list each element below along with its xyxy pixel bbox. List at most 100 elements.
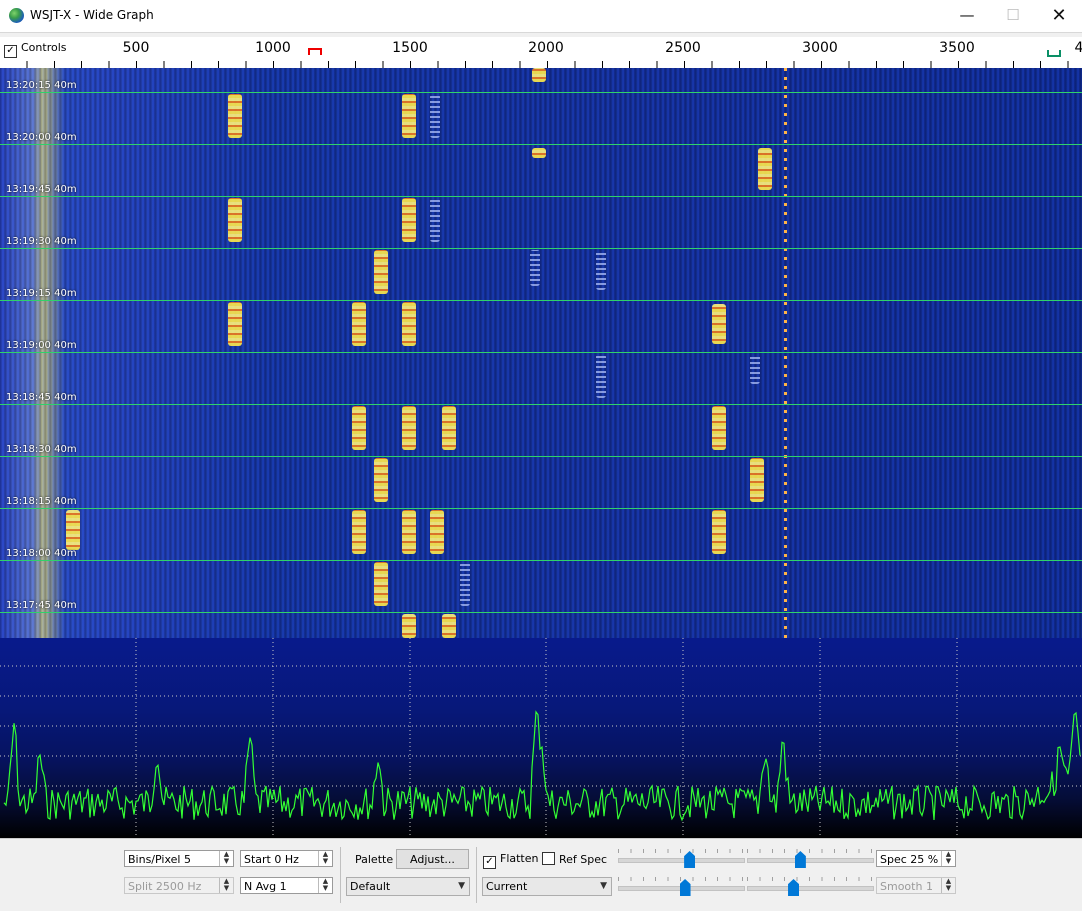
ref-spec-label: Ref Spec xyxy=(559,853,608,866)
freq-label-3000: 3000 xyxy=(802,40,838,56)
smooth-spinbox: Smooth 1 ▲ ▼ xyxy=(876,877,956,894)
period-divider xyxy=(0,92,1082,93)
waterfall-signal xyxy=(750,354,760,384)
slider-ticks xyxy=(618,877,743,881)
controls-checkbox[interactable]: ✓ Controls xyxy=(4,41,67,58)
slider-track xyxy=(747,886,874,891)
waterfall-signal xyxy=(374,458,388,502)
slider-thumb[interactable] xyxy=(794,851,806,868)
waterfall-signal xyxy=(430,198,440,242)
frequency-scale[interactable]: ✓ Controls 500 1000 1500 2000 2500 3000 3… xyxy=(0,37,1082,68)
waterfall-signal xyxy=(430,510,444,554)
checkmark-icon: ✓ xyxy=(483,856,496,869)
scale-ticks xyxy=(0,61,1082,68)
spectrum-trace xyxy=(3,710,1081,822)
bins-pixel-spinbox[interactable]: Bins/Pixel 5 ▲ ▼ xyxy=(124,850,234,867)
timestamp-label: 13:18:00 40m xyxy=(6,548,77,559)
waterfall-signal xyxy=(374,562,388,606)
waterfall-signal xyxy=(352,510,366,554)
palette-label: Palette xyxy=(355,853,394,866)
waterfall-signal xyxy=(758,148,772,190)
spin-arrows-icon[interactable]: ▲ ▼ xyxy=(318,851,332,866)
palette-select[interactable]: Default ▼ xyxy=(346,877,470,896)
chevron-down-icon: ▼ xyxy=(458,881,465,891)
freq-label-500: 500 xyxy=(122,40,150,56)
waterfall-signal xyxy=(228,198,242,242)
spin-arrows-icon: ▲ ▼ xyxy=(941,878,955,893)
slider-thumb[interactable] xyxy=(788,879,800,896)
title-bar: WSJT-X - Wide Graph — ☐ ✕ xyxy=(0,0,1082,33)
maximize-button[interactable]: ☐ xyxy=(990,0,1036,32)
waterfall-signal xyxy=(402,94,416,138)
n-avg-spinbox[interactable]: N Avg 1 ▲ ▼ xyxy=(240,877,333,894)
waterfall-signal xyxy=(352,406,366,450)
chevron-down-icon: ▼ xyxy=(600,881,607,891)
spin-arrows-icon[interactable]: ▲ ▼ xyxy=(219,851,233,866)
period-divider xyxy=(0,560,1082,561)
spin-arrows-icon[interactable]: ▲ ▼ xyxy=(318,878,332,893)
zero-slider[interactable] xyxy=(747,849,874,869)
waterfall-signal xyxy=(530,250,540,286)
tx-frequency-marker[interactable] xyxy=(308,48,322,55)
period-divider xyxy=(0,352,1082,353)
freq-label-1500: 1500 xyxy=(392,40,428,56)
period-divider xyxy=(0,456,1082,457)
flatten-label: Flatten xyxy=(500,852,539,865)
timestamp-label: 13:18:15 40m xyxy=(6,496,77,507)
waterfall-signal xyxy=(402,406,416,450)
gain-slider[interactable] xyxy=(618,849,745,869)
spec-percent-spinbox[interactable]: Spec 25 % ▲ ▼ xyxy=(876,850,956,867)
waterfall-signal xyxy=(712,304,726,344)
slider-ticks xyxy=(618,849,743,853)
checkbox-empty-icon xyxy=(542,852,555,865)
timestamp-label: 13:20:00 40m xyxy=(6,132,77,143)
controls-label: Controls xyxy=(21,41,67,54)
waterfall-signal xyxy=(442,614,456,638)
split-value: Split 2500 Hz xyxy=(128,880,202,893)
start-frequency-value: Start 0 Hz xyxy=(244,853,299,866)
waterfall-signal xyxy=(402,614,416,638)
waterfall-signal xyxy=(750,458,764,502)
waterfall-signal xyxy=(402,510,416,554)
adjust-button[interactable]: Adjust... xyxy=(396,849,469,869)
spectrum-mode-value: Current xyxy=(486,880,528,893)
slider-ticks xyxy=(747,849,872,853)
spectrum-display[interactable] xyxy=(0,638,1082,838)
flatten-checkbox[interactable]: ✓ Flatten xyxy=(483,852,539,869)
timestamp-label: 13:19:00 40m xyxy=(6,340,77,351)
waterfall-signal-trace xyxy=(784,68,787,638)
minimize-button[interactable]: — xyxy=(944,0,990,32)
waterfall-signal xyxy=(442,406,456,450)
slider-thumb[interactable] xyxy=(684,851,696,868)
separator xyxy=(476,847,477,903)
spectrum-mode-select[interactable]: Current ▼ xyxy=(482,877,612,896)
spectrum-plot xyxy=(0,638,1082,838)
waterfall-signal xyxy=(596,250,606,290)
waterfall-signal xyxy=(374,250,388,294)
slider-thumb[interactable] xyxy=(679,879,691,896)
ref-spec-checkbox[interactable]: Ref Spec xyxy=(542,852,607,866)
freq-label-1000: 1000 xyxy=(255,40,291,56)
waterfall-signal xyxy=(532,68,546,82)
spectrum-zero-slider[interactable] xyxy=(747,877,874,897)
split-spinbox: Split 2500 Hz ▲ ▼ xyxy=(124,877,234,894)
separator xyxy=(340,847,341,903)
spin-arrows-icon: ▲ ▼ xyxy=(219,878,233,893)
smooth-value: Smooth 1 xyxy=(880,880,933,893)
period-divider xyxy=(0,508,1082,509)
waterfall-signal xyxy=(712,510,726,554)
spectrum-gain-slider[interactable] xyxy=(618,877,745,897)
spin-arrows-icon[interactable]: ▲ ▼ xyxy=(941,851,955,866)
timestamp-label: 13:19:45 40m xyxy=(6,184,77,195)
window-title: WSJT-X - Wide Graph xyxy=(30,8,154,22)
period-divider xyxy=(0,404,1082,405)
waterfall-signal xyxy=(430,94,440,138)
slider-track xyxy=(618,858,745,863)
close-button[interactable]: ✕ xyxy=(1036,0,1082,32)
timestamp-label: 13:20:15 40m xyxy=(6,80,77,91)
timestamp-label: 13:17:45 40m xyxy=(6,600,77,611)
start-frequency-spinbox[interactable]: Start 0 Hz ▲ ▼ xyxy=(240,850,333,867)
waterfall-display[interactable]: 13:20:15 40m 13:20:00 40m 13:19:45 40m 1… xyxy=(0,68,1082,638)
rx-frequency-marker[interactable] xyxy=(1047,50,1061,57)
period-divider xyxy=(0,248,1082,249)
